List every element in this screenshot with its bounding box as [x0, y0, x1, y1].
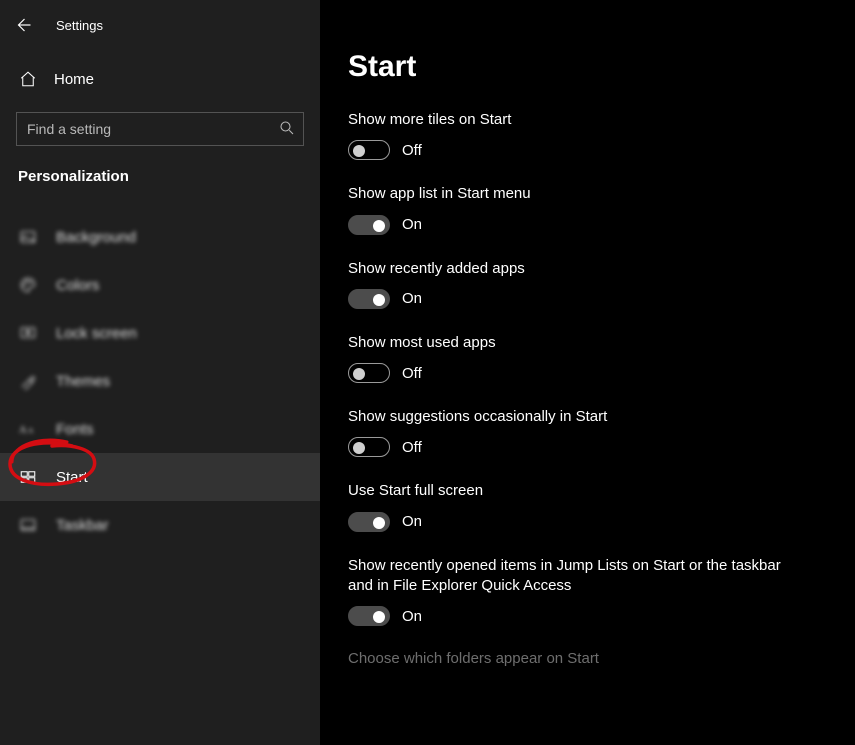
setting-row: Show more tiles on Start Off — [348, 110, 815, 160]
search-field[interactable] — [16, 112, 304, 146]
setting-label: Show most used apps — [348, 333, 808, 353]
toggle-state-label: On — [402, 513, 422, 530]
nav-list: Background Colors Lock sc — [0, 213, 320, 549]
settings-list: Show more tiles on Start Off Show app list… — [348, 110, 815, 626]
svg-text:A: A — [19, 425, 27, 436]
background-icon — [18, 228, 38, 246]
fonts-icon: A A — [18, 422, 38, 436]
search-input[interactable] — [16, 112, 304, 146]
toggle-row: On — [348, 606, 815, 626]
start-icon — [18, 468, 38, 486]
themes-icon — [18, 372, 38, 390]
section-title: Personalization — [18, 168, 320, 185]
page-title: Start — [348, 50, 815, 84]
toggle-row: Off — [348, 140, 815, 160]
toggle-state-label: Off — [402, 142, 422, 159]
toggle-row: Off — [348, 363, 815, 383]
setting-row: Show app list in Start menu On — [348, 184, 815, 234]
home-label: Home — [54, 71, 94, 88]
search-icon — [278, 119, 296, 141]
app-title: Settings — [56, 18, 103, 33]
toggle-row: Off — [348, 437, 815, 457]
colors-icon — [18, 276, 38, 294]
toggle-switch[interactable] — [348, 363, 390, 383]
setting-label: Show more tiles on Start — [348, 110, 808, 130]
setting-label: Show recently opened items in Jump Lists… — [348, 556, 808, 597]
setting-row: Show most used apps Off — [348, 333, 815, 383]
nav-item-fonts[interactable]: A A Fonts — [0, 405, 320, 453]
nav-item-taskbar[interactable]: Taskbar — [0, 501, 320, 549]
nav-label: Fonts — [56, 421, 94, 438]
setting-label: Show suggestions occasionally in Start — [348, 407, 808, 427]
nav-label: Taskbar — [56, 517, 109, 534]
setting-row: Show suggestions occasionally in Start Of… — [348, 407, 815, 457]
nav-item-themes[interactable]: Themes — [0, 357, 320, 405]
taskbar-icon — [18, 516, 38, 534]
sidebar: Settings Home Personalization — [0, 0, 320, 745]
toggle-switch[interactable] — [348, 140, 390, 160]
home-icon — [18, 70, 38, 88]
toggle-row: On — [348, 289, 815, 309]
main-content: Start Show more tiles on Start Off Show ap… — [320, 0, 855, 745]
setting-label: Use Start full screen — [348, 481, 808, 501]
setting-row: Show recently added apps On — [348, 259, 815, 309]
svg-text:A: A — [28, 426, 34, 435]
setting-label: Show app list in Start menu — [348, 184, 808, 204]
setting-row: Use Start full screen On — [348, 481, 815, 531]
nav-item-lockscreen[interactable]: Lock screen — [0, 309, 320, 357]
toggle-state-label: On — [402, 608, 422, 625]
toggle-row: On — [348, 512, 815, 532]
toggle-switch[interactable] — [348, 437, 390, 457]
lockscreen-icon — [18, 324, 38, 342]
toggle-switch[interactable] — [348, 512, 390, 532]
nav-item-background[interactable]: Background — [0, 213, 320, 261]
toggle-row: On — [348, 215, 815, 235]
nav-label: Themes — [56, 373, 110, 390]
toggle-state-label: Off — [402, 439, 422, 456]
back-icon[interactable] — [14, 16, 32, 34]
nav-label: Background — [56, 229, 136, 246]
folders-link[interactable]: Choose which folders appear on Start — [348, 650, 815, 667]
setting-label: Show recently added apps — [348, 259, 808, 279]
titlebar: Settings — [0, 0, 320, 50]
nav-item-start[interactable]: Start — [0, 453, 320, 501]
nav-label: Colors — [56, 277, 99, 294]
nav-label: Start — [56, 469, 88, 486]
toggle-state-label: Off — [402, 365, 422, 382]
home-nav[interactable]: Home — [0, 58, 320, 100]
toggle-switch[interactable] — [348, 606, 390, 626]
toggle-switch[interactable] — [348, 215, 390, 235]
nav-label: Lock screen — [56, 325, 137, 342]
toggle-switch[interactable] — [348, 289, 390, 309]
toggle-state-label: On — [402, 290, 422, 307]
nav-item-colors[interactable]: Colors — [0, 261, 320, 309]
toggle-state-label: On — [402, 216, 422, 233]
setting-row: Show recently opened items in Jump Lists… — [348, 556, 815, 627]
